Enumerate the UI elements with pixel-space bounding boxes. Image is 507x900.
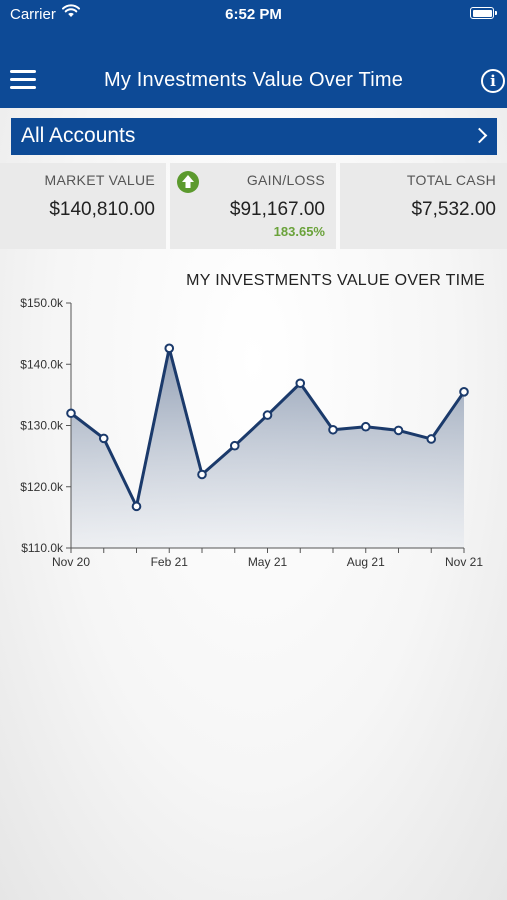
y-tick-label: $120.0k	[20, 480, 64, 494]
info-icon[interactable]: i	[481, 69, 505, 93]
y-tick-label: $150.0k	[20, 296, 64, 310]
data-point	[393, 425, 404, 436]
x-tick-label: Aug 21	[347, 555, 385, 569]
data-point	[295, 378, 306, 389]
market-value-card: MARKET VALUE $140,810.00	[0, 163, 166, 249]
data-point	[459, 387, 469, 397]
status-time: 6:52 PM	[225, 6, 282, 23]
accounts-selector[interactable]: All Accounts	[11, 118, 497, 155]
top-bar: Carrier 6:52 PM My Investments Value Ove…	[0, 0, 507, 108]
data-point	[229, 440, 240, 451]
market-value-amount: $140,810.00	[49, 199, 155, 220]
market-value-label: MARKET VALUE	[44, 172, 155, 188]
gain-loss-amount: $91,167.00	[229, 199, 325, 220]
status-bar: Carrier 6:52 PM	[0, 0, 507, 28]
x-tick-label: Feb 21	[151, 555, 189, 569]
x-tick-label: May 21	[248, 555, 288, 569]
investment-chart: $110.0k $120.0k $130.0k $140.0k $150.0k Nov 2…	[20, 296, 483, 569]
y-tick-label: $140.0k	[20, 357, 64, 371]
total-cash-amount: $7,532.00	[411, 199, 496, 220]
data-point	[360, 421, 371, 432]
data-point	[197, 469, 207, 480]
total-cash-label: TOTAL CASH	[406, 172, 496, 188]
battery-icon	[470, 7, 497, 19]
data-point	[426, 434, 437, 444]
x-tick-label: Nov 20	[52, 555, 90, 569]
chart-area	[71, 348, 464, 548]
accounts-label: All Accounts	[21, 124, 136, 147]
summary-cards: MARKET VALUE $140,810.00 GAIN/LOSS $91,1…	[0, 163, 507, 249]
chart-title: MY INVESTMENTS VALUE OVER TIME	[186, 272, 485, 289]
data-point	[164, 343, 175, 354]
data-point	[262, 410, 273, 420]
data-point	[98, 433, 109, 444]
total-cash-card: TOTAL CASH $7,532.00	[340, 163, 507, 249]
data-point	[66, 408, 76, 419]
gain-loss-percent: 183.65%	[273, 224, 325, 239]
y-tick-label: $110.0k	[21, 541, 64, 555]
gain-loss-card: GAIN/LOSS $91,167.00 183.65%	[170, 163, 336, 249]
gain-loss-label: GAIN/LOSS	[246, 172, 325, 188]
arrow-up-icon	[177, 171, 199, 193]
data-point	[131, 501, 142, 512]
x-tick-label: Nov 21	[445, 555, 483, 569]
page-title: My Investments Value Over Time	[103, 69, 404, 91]
data-point	[328, 424, 338, 435]
y-tick-label: $130.0k	[20, 419, 64, 433]
chevron-right-icon	[471, 127, 488, 144]
